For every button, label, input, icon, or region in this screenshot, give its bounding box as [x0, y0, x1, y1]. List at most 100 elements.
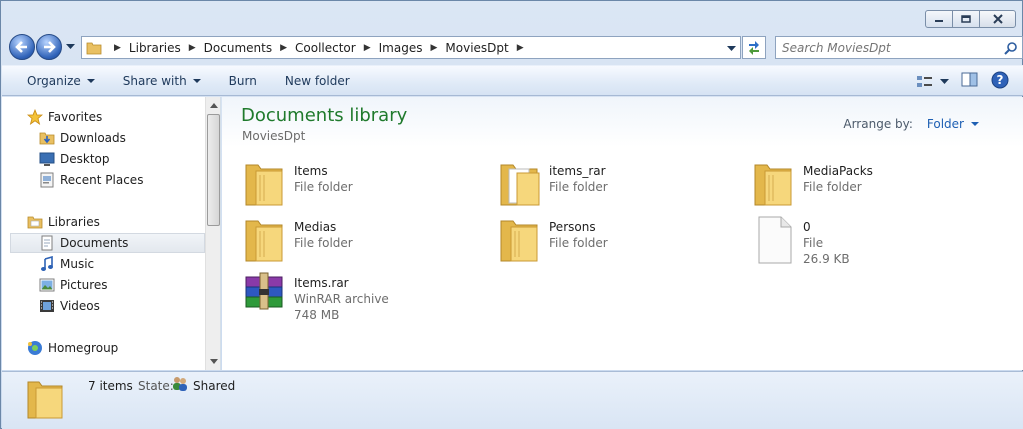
search-input[interactable] — [782, 40, 992, 55]
help-icon: ? — [991, 71, 1009, 89]
breadcrumb-documents[interactable]: Documents — [204, 41, 272, 55]
folder-icon — [86, 42, 102, 54]
nav-homegroup[interactable]: Homegroup — [26, 338, 220, 358]
recent-pages-dropdown[interactable] — [64, 44, 76, 50]
file-type: File folder — [294, 180, 353, 194]
pictures-icon — [38, 276, 56, 294]
nav-downloads[interactable]: Downloads — [38, 128, 220, 148]
file-name: items_rar — [549, 164, 606, 178]
file-item-mediapacks[interactable]: MediaPacks File folder — [751, 157, 873, 209]
nav-label: Recent Places — [60, 173, 144, 187]
file-item-medias[interactable]: Medias File folder — [242, 213, 353, 265]
explorer-window: ▶ Libraries ▶ Documents ▶ Coollector ▶ I… — [0, 0, 1023, 429]
nav-documents[interactable]: Documents — [10, 233, 205, 253]
search-box[interactable] — [775, 36, 1023, 59]
file-type: WinRAR archive — [294, 292, 389, 306]
file-type: File folder — [803, 180, 862, 194]
star-icon — [26, 108, 44, 126]
refresh-button[interactable] — [742, 36, 766, 59]
file-item-items-rar-archive[interactable]: Items.rar WinRAR archive 748 MB — [242, 269, 389, 323]
file-type: File folder — [549, 180, 608, 194]
address-bar[interactable]: ▶ Libraries ▶ Documents ▶ Coollector ▶ I… — [81, 36, 741, 59]
folder-icon — [754, 164, 792, 206]
file-name: Items — [294, 164, 328, 178]
breadcrumb-separator-icon[interactable]: ▶ — [517, 43, 524, 53]
back-button[interactable] — [9, 34, 35, 60]
scroll-down-icon[interactable] — [210, 359, 218, 364]
breadcrumb-separator-icon[interactable]: ▶ — [114, 43, 121, 53]
file-item-items-rar[interactable]: items_rar File folder — [497, 157, 608, 209]
breadcrumb-images[interactable]: Images — [379, 41, 423, 55]
svg-text:?: ? — [997, 73, 1004, 87]
breadcrumb-separator-icon[interactable]: ▶ — [364, 43, 371, 53]
homegroup-icon — [26, 339, 44, 357]
nav-label: Libraries — [48, 215, 100, 229]
share-with-button[interactable]: Share with — [109, 74, 215, 88]
nav-music[interactable]: Music — [38, 254, 220, 274]
forward-button[interactable] — [36, 34, 62, 60]
nav-pictures[interactable]: Pictures — [38, 275, 220, 295]
chevron-down-icon — [65, 44, 75, 49]
file-size: 748 MB — [294, 308, 340, 322]
item-count: 7 items — [88, 379, 133, 393]
breadcrumb-moviesdpt[interactable]: MoviesDpt — [445, 41, 508, 55]
file-item-items[interactable]: Items File folder — [242, 157, 353, 209]
chevron-down-icon — [192, 78, 201, 83]
breadcrumb-separator-icon[interactable]: ▶ — [189, 43, 196, 53]
state-label: State: — [138, 379, 174, 393]
nav-desktop[interactable]: Desktop — [38, 149, 220, 169]
close-button[interactable] — [979, 10, 1016, 28]
nav-libraries[interactable]: Libraries — [26, 212, 220, 232]
navigation-pane: Favorites Downloads Desktop Recent Place… — [2, 97, 221, 370]
address-history-dropdown[interactable] — [727, 41, 736, 55]
nav-videos[interactable]: Videos — [38, 296, 220, 316]
folder-icon — [500, 164, 540, 206]
view-list-icon — [917, 75, 932, 87]
breadcrumb-coollector[interactable]: Coollector — [295, 41, 356, 55]
file-type: File folder — [294, 236, 353, 250]
burn-label: Burn — [228, 73, 257, 88]
downloads-folder-icon — [38, 129, 56, 147]
file-name: Medias — [294, 220, 337, 234]
restore-icon — [961, 15, 971, 23]
scrollbar-thumb[interactable] — [207, 114, 220, 226]
close-icon — [992, 14, 1003, 24]
nav-label: Homegroup — [48, 341, 119, 355]
back-arrow-icon — [15, 41, 27, 53]
file-name: MediaPacks — [803, 164, 873, 178]
content-pane: Documents library MoviesDpt Arrange by: … — [222, 97, 1023, 370]
scroll-up-icon[interactable] — [210, 103, 218, 108]
new-folder-button[interactable]: New folder — [271, 74, 364, 88]
navigation-row: ▶ Libraries ▶ Documents ▶ Coollector ▶ I… — [9, 33, 1023, 61]
library-subtitle: MoviesDpt — [242, 129, 306, 143]
file-item-0[interactable]: 0 File 26.9 KB — [751, 213, 850, 267]
library-title: Documents library — [241, 105, 408, 126]
preview-pane-button[interactable] — [961, 72, 979, 91]
nav-favorites[interactable]: Favorites — [26, 107, 220, 127]
breadcrumb-separator-icon[interactable]: ▶ — [280, 43, 287, 53]
arrange-by-dropdown[interactable]: Folder — [927, 117, 979, 131]
help-button[interactable]: ? — [991, 71, 1009, 92]
burn-button[interactable]: Burn — [215, 74, 271, 88]
arrange-by-label: Arrange by: — [843, 117, 913, 131]
arrange-by: Arrange by: Folder — [843, 117, 979, 131]
blank-file-icon — [758, 216, 792, 264]
command-bar: Organize Share with Burn New folder ? — [2, 65, 1023, 96]
nav-label: Documents — [60, 236, 129, 250]
state-value: Shared — [193, 379, 236, 393]
file-item-persons[interactable]: Persons File folder — [497, 213, 608, 265]
navigation-scrollbar[interactable] — [205, 97, 220, 370]
breadcrumb-libraries[interactable]: Libraries — [129, 41, 181, 55]
file-type: File folder — [549, 236, 608, 250]
change-view-button[interactable] — [916, 74, 949, 90]
file-name: Items.rar — [294, 276, 349, 290]
restore-button[interactable] — [952, 10, 980, 28]
organize-button[interactable]: Organize — [2, 74, 109, 88]
search-icon[interactable] — [1004, 41, 1018, 58]
shared-users-icon — [173, 377, 187, 391]
chevron-down-icon — [940, 78, 949, 84]
nav-recent-places[interactable]: Recent Places — [38, 170, 220, 190]
breadcrumb-separator-icon[interactable]: ▶ — [430, 43, 437, 53]
minimize-button[interactable] — [925, 10, 953, 28]
nav-label: Desktop — [60, 152, 110, 166]
